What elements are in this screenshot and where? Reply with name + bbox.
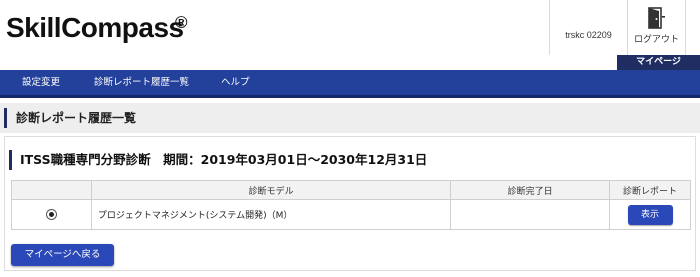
nav-item-report-history[interactable]: 診断レポート履歴一覧	[94, 70, 189, 95]
nav-item-help[interactable]: ヘルプ	[221, 70, 250, 95]
app-logo: SkillCompass	[6, 12, 184, 43]
row-select-cell	[11, 199, 92, 230]
app-header: SkillCompass ® trskc 02209 ログアウト	[0, 0, 700, 55]
logout-button[interactable]: ログアウト	[628, 0, 685, 55]
radio-dot	[48, 212, 54, 217]
section-accent-bar	[9, 150, 12, 170]
report-cell: 表示	[609, 199, 691, 230]
header-completed-date: 診断完了日	[450, 180, 611, 200]
nav-item-settings[interactable]: 設定変更	[22, 70, 60, 95]
row-radio[interactable]	[45, 209, 57, 220]
report-table: 診断モデル 診断完了日 診断レポート プロジェクトマネジメント(システム開発)（…	[11, 180, 691, 230]
title-accent-bar	[4, 108, 7, 128]
completed-date-cell	[450, 199, 611, 230]
back-to-mypage-button[interactable]: マイページへ戻る	[11, 244, 114, 266]
header-divider	[685, 0, 686, 55]
header-report: 診断レポート	[609, 180, 691, 200]
table-header-row: 診断モデル 診断完了日 診断レポート	[11, 180, 691, 200]
main-nav: 設定変更 診断レポート履歴一覧 ヘルプ	[0, 70, 700, 98]
logout-label: ログアウト	[633, 35, 679, 45]
user-id: trskc 02209	[565, 30, 612, 40]
table-row: プロジェクトマネジメント(システム開発)（M） 表示	[11, 199, 691, 230]
header-divider	[549, 0, 550, 55]
header-model: 診断モデル	[90, 180, 452, 200]
registered-mark: ®	[175, 13, 188, 32]
model-cell: プロジェクトマネジメント(システム開発)（M）	[90, 199, 452, 230]
show-report-button[interactable]: 表示	[627, 204, 673, 225]
mypage-tab[interactable]: マイページ	[617, 55, 700, 70]
page-title: 診断レポート履歴一覧	[16, 111, 137, 125]
header-select	[11, 180, 92, 200]
door-exit-icon	[648, 7, 665, 29]
section-title: ITSS職種専門分野診断 期間：2019年03月01日～2030年12月31日	[20, 152, 428, 167]
